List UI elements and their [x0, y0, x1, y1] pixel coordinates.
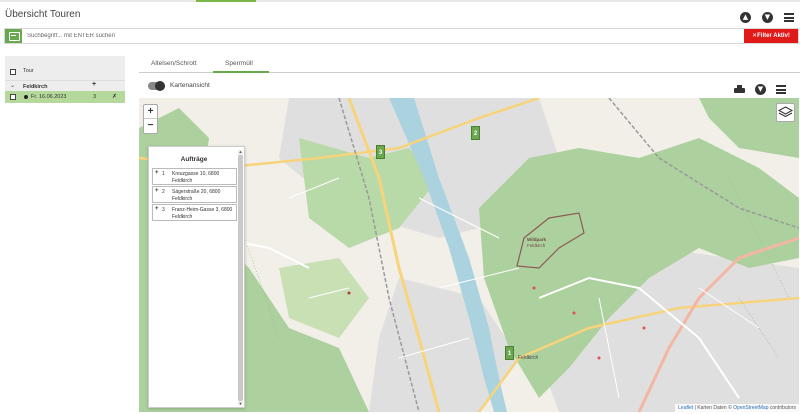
status-dot-icon [24, 95, 28, 99]
search-bar: ✕Filter Aktiv! [4, 28, 799, 44]
map-toolbar: ▼ [734, 84, 786, 95]
park-label: Wildpark [527, 237, 546, 242]
tour-date: Fr. 16.06.2023 [31, 94, 67, 100]
layers-button[interactable] [776, 103, 795, 122]
town-label: Feldkirch [518, 355, 539, 361]
order-number: 1 [162, 171, 165, 177]
drag-handle-icon[interactable]: + [155, 170, 159, 176]
zoom-in-button[interactable]: + [144, 105, 157, 119]
order-address: Sägerstraße 20, 6800 Feldkirch [172, 189, 221, 202]
scroll-thumb[interactable] [238, 155, 243, 401]
order-item[interactable]: + 2 Sägerstraße 20, 6800 Feldkirch [152, 186, 237, 203]
osm-link[interactable]: OpenStreetMap [733, 405, 768, 411]
attribution-text: | Karten Daten © [693, 405, 734, 411]
chevron-down-icon[interactable]: ⌄ [10, 82, 15, 89]
order-item[interactable]: + 3 Franz-Heim-Gasse 3, 6800 Feldkirch [152, 204, 237, 221]
order-address: Kreuzgasse 10, 6800 Feldkirch [172, 171, 220, 184]
download-circle-icon[interactable]: ▼ [755, 84, 766, 95]
tour-row[interactable]: Fr. 16.06.2023 3 ✗ [5, 91, 125, 103]
leaflet-link[interactable]: Leaflet [678, 405, 693, 411]
scroll-down-icon[interactable]: ▼ [238, 402, 243, 406]
arrow-up-circle-icon[interactable]: ▲ [740, 12, 751, 23]
page-title: Übersicht Touren [5, 9, 81, 20]
map-attribution: Leaflet | Karten Daten © OpenStreetMap c… [675, 404, 799, 412]
remove-tour-button[interactable]: ✗ [112, 93, 117, 100]
order-address: Franz-Heim-Gasse 3, 6800 Feldkirch [172, 207, 233, 220]
tab-sperrmuell[interactable]: Sperrmüll [225, 60, 253, 67]
search-input[interactable] [27, 29, 727, 43]
map-view-toggle[interactable] [148, 81, 165, 91]
map-marker-2[interactable]: 2 [471, 126, 480, 140]
layers-icon [777, 106, 794, 118]
map-view-label: Kartenansicht [170, 82, 210, 89]
search-button[interactable] [5, 29, 22, 43]
page-header: Übersicht Touren ▲ ▼ [0, 2, 800, 29]
tour-group-name: Feldkirch [23, 84, 48, 90]
filter-active-button[interactable]: ✕Filter Aktiv! [744, 29, 798, 43]
arrow-down-circle-icon[interactable]: ▼ [762, 12, 773, 23]
tour-list-header: Tour [5, 56, 125, 80]
order-number: 3 [162, 207, 165, 213]
tour-row-checkbox[interactable] [10, 94, 16, 100]
header-actions: ▲ ▼ [740, 12, 794, 23]
park-label-sub: Feldkirch [527, 243, 546, 248]
tab-bar: Altelsen/Schrott Sperrmüll [139, 56, 800, 73]
orders-scrollbar[interactable]: ▲ ▼ [238, 150, 243, 406]
tour-order-count: 3 [93, 94, 97, 100]
attribution-suffix: contributors [768, 405, 796, 411]
drag-handle-icon[interactable]: + [155, 188, 159, 194]
orders-panel: Aufträge + 1 Kreuzgasse 10, 6800 Feldkir… [148, 146, 245, 408]
map-menu-icon[interactable] [776, 85, 786, 94]
zoom-out-button[interactable]: − [144, 119, 157, 133]
map-marker-3[interactable]: 3 [376, 145, 385, 159]
menu-icon[interactable] [784, 13, 794, 22]
drag-handle-icon[interactable]: + [155, 206, 159, 212]
order-number: 2 [162, 189, 165, 195]
map-marker-1[interactable]: 1 [505, 346, 514, 360]
order-item[interactable]: + 1 Kreuzgasse 10, 6800 Feldkirch [152, 168, 237, 185]
tab-altelsen-schrott[interactable]: Altelsen/Schrott [151, 60, 197, 67]
tour-list: Tour ⌄ Feldkirch + Fr. 16.06.2023 3 ✗ [5, 56, 125, 104]
map-view[interactable]: Wildpark Feldkirch Feldkirch + − 2 3 1 L… [139, 98, 799, 412]
orders-title: Aufträge [180, 156, 208, 163]
scroll-up-icon[interactable]: ▲ [238, 150, 243, 154]
add-tour-button[interactable]: + [92, 81, 96, 88]
zoom-control: + − [143, 104, 158, 134]
printer-icon[interactable] [734, 85, 745, 94]
active-tab-indicator [213, 71, 269, 73]
tour-group[interactable]: ⌄ Feldkirch + [5, 80, 125, 91]
select-all-checkbox[interactable] [10, 69, 16, 75]
tour-column-label: Tour [23, 68, 34, 74]
